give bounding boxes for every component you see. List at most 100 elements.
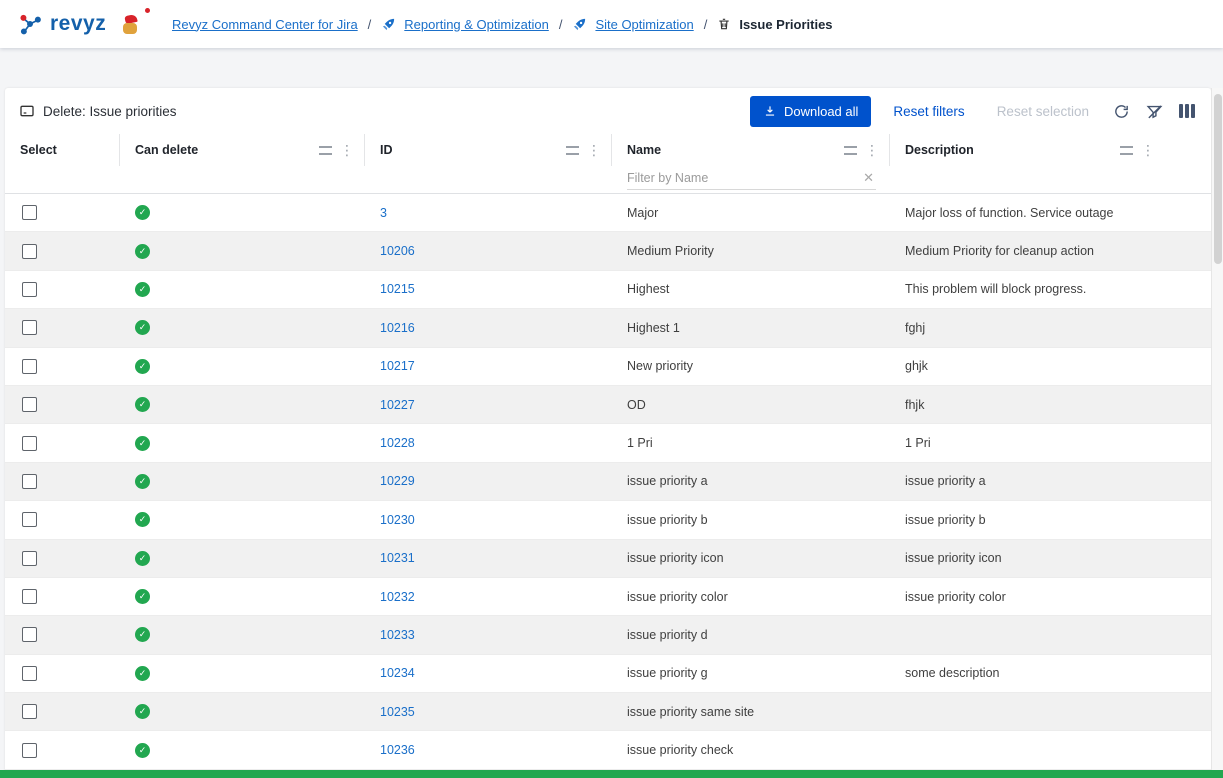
name-cell: issue priority d [612,616,890,653]
name-cell: Major [612,194,890,231]
row-checkbox[interactable] [22,436,37,451]
description-cell: issue priority b [890,501,1211,538]
row-id-link[interactable]: 3 [380,206,387,220]
row-checkbox[interactable] [22,282,37,297]
row-description: 1 Pri [905,436,931,450]
column-menu-icon[interactable]: ⋮ [865,143,879,157]
can-delete-check-icon: ✓ [135,436,150,451]
select-cell [5,348,120,385]
scrollbar-thumb[interactable] [1214,94,1222,264]
description-cell: 1 Pri [890,424,1211,461]
reset-filters-button[interactable]: Reset filters [883,96,974,127]
id-cell: 10206 [365,232,612,269]
name-filter-input[interactable] [627,171,861,185]
column-filter-icon[interactable] [844,146,857,155]
row-checkbox[interactable] [22,205,37,220]
logo[interactable]: revyz [16,10,164,38]
row-id-link[interactable]: 10233 [380,628,415,642]
row-checkbox[interactable] [22,627,37,642]
row-name: issue priority color [627,590,728,604]
card-toolbar: Delete: Issue priorities Download all Re… [5,88,1211,134]
table-row: ✓ 10216 Highest 1 fghj [5,309,1211,347]
select-cell [5,194,120,231]
trash-icon [717,17,731,31]
row-checkbox[interactable] [22,397,37,412]
rocket-icon [572,17,587,32]
column-menu-icon[interactable]: ⋮ [1141,143,1155,157]
row-checkbox[interactable] [22,244,37,259]
row-id-link[interactable]: 10217 [380,359,415,373]
filter-off-icon [1146,103,1163,120]
row-id-link[interactable]: 10206 [380,244,415,258]
column-filter-icon[interactable] [1120,146,1133,155]
download-all-button[interactable]: Download all [750,96,871,127]
columns-button[interactable] [1177,102,1197,120]
select-cell [5,616,120,653]
can-delete-check-icon: ✓ [135,666,150,681]
row-id-link[interactable]: 10215 [380,282,415,296]
row-id-link[interactable]: 10228 [380,436,415,450]
column-header-can-delete[interactable]: Can delete ⋮ [120,134,365,166]
column-menu-icon[interactable]: ⋮ [587,143,601,157]
id-cell: 10229 [365,463,612,500]
breadcrumb-link-reporting-optimization[interactable]: Reporting & Optimization [404,17,549,32]
can-delete-cell: ✓ [120,194,365,231]
row-description: some description [905,666,1000,680]
reset-selection-button[interactable]: Reset selection [987,96,1099,127]
row-id-link[interactable]: 10227 [380,398,415,412]
row-checkbox[interactable] [22,666,37,681]
can-delete-check-icon: ✓ [135,474,150,489]
description-cell: Medium Priority for cleanup action [890,232,1211,269]
row-id-link[interactable]: 10236 [380,743,415,757]
row-id-link[interactable]: 10232 [380,590,415,604]
refresh-button[interactable] [1111,101,1132,122]
column-header-id[interactable]: ID ⋮ [365,134,612,166]
row-checkbox[interactable] [22,743,37,758]
description-cell: Major loss of function. Service outage [890,194,1211,231]
filter-off-button[interactable] [1144,101,1165,122]
logo-text: revyz [50,12,106,36]
can-delete-check-icon: ✓ [135,512,150,527]
row-checkbox[interactable] [22,359,37,374]
row-name: issue priority check [627,743,733,757]
row-checkbox[interactable] [22,474,37,489]
row-checkbox[interactable] [22,512,37,527]
clear-filter-icon[interactable]: ✕ [861,170,876,186]
vertical-scrollbar[interactable] [1211,88,1223,778]
id-cell: 10235 [365,693,612,730]
name-cell: issue priority a [612,463,890,500]
name-cell: issue priority check [612,731,890,768]
column-filter-icon[interactable] [319,146,332,155]
row-id-link[interactable]: 10229 [380,474,415,488]
row-id-link[interactable]: 10234 [380,666,415,680]
row-description: issue priority a [905,474,986,488]
column-header-description[interactable]: Description ⋮ [890,134,1211,166]
bottom-green-bar [0,770,1223,778]
can-delete-cell: ✓ [120,655,365,692]
breadcrumb-separator: / [702,17,710,32]
can-delete-check-icon: ✓ [135,244,150,259]
name-cell: issue priority b [612,501,890,538]
column-filter-icon[interactable] [566,146,579,155]
column-menu-icon[interactable]: ⋮ [340,143,354,157]
row-checkbox[interactable] [22,551,37,566]
breadcrumb-link-command-center[interactable]: Revyz Command Center for Jira [172,17,358,32]
can-delete-cell: ✓ [120,348,365,385]
row-id-link[interactable]: 10230 [380,513,415,527]
can-delete-cell: ✓ [120,578,365,615]
breadcrumb-link-site-optimization[interactable]: Site Optimization [595,17,693,32]
row-id-link[interactable]: 10216 [380,321,415,335]
row-id-link[interactable]: 10231 [380,551,415,565]
row-name: Highest 1 [627,321,680,335]
table-row: ✓ 10232 issue priority color issue prior… [5,578,1211,616]
row-description: issue priority icon [905,551,1002,565]
can-delete-cell: ✓ [120,501,365,538]
select-cell [5,578,120,615]
can-delete-cell: ✓ [120,232,365,269]
column-header-name[interactable]: Name ⋮ [612,134,890,166]
row-checkbox[interactable] [22,704,37,719]
row-checkbox[interactable] [22,589,37,604]
row-id-link[interactable]: 10235 [380,705,415,719]
row-checkbox[interactable] [22,320,37,335]
select-cell [5,309,120,346]
